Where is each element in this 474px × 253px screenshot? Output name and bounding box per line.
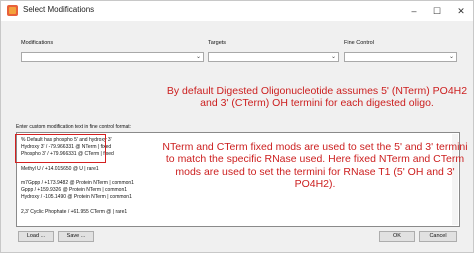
maximize-button[interactable]: ☐ bbox=[426, 1, 448, 21]
chevron-down-icon: ⌄ bbox=[195, 54, 201, 60]
window-title: Select Modifications bbox=[23, 5, 95, 14]
chevron-down-icon: ⌄ bbox=[448, 54, 454, 60]
editor-line: Gppp / +159.9326 @ Protein NTerm | commo… bbox=[21, 187, 128, 193]
fine-control-label: Fine Control bbox=[344, 40, 374, 46]
modifications-select[interactable]: ⌄ bbox=[21, 52, 204, 62]
title-bar: Select Modifications – ☐ ✕ bbox=[1, 1, 473, 21]
save-button[interactable]: Save ... bbox=[58, 231, 94, 242]
chevron-down-icon: ⌄ bbox=[330, 54, 336, 60]
annotation-default-termini: By default Digested Oligonucleotide assu… bbox=[166, 85, 468, 110]
load-button[interactable]: Load ... bbox=[18, 231, 54, 242]
modifications-label: Modifications bbox=[21, 40, 54, 46]
editor-line: m7Gppp / +173.9482 @ Protein NTerm | com… bbox=[21, 180, 134, 186]
select-modifications-dialog: Select Modifications – ☐ ✕ Modifications… bbox=[0, 0, 474, 253]
targets-select[interactable]: ⌄ bbox=[208, 52, 339, 62]
custom-text-label: Enter custom modification text in fine c… bbox=[16, 124, 132, 130]
editor-line: 2,3' Cyclic Phophate / +61.955 CTerm @ |… bbox=[21, 209, 128, 215]
close-button[interactable]: ✕ bbox=[450, 1, 472, 21]
editor-line: Methyl U / +14.015650 @ U | rare1 bbox=[21, 166, 99, 172]
ok-button[interactable]: OK bbox=[379, 231, 415, 242]
targets-label: Targets bbox=[208, 40, 227, 46]
app-icon bbox=[7, 5, 18, 16]
annotation-fixed-mods: NTerm and CTerm fixed mods are used to s… bbox=[162, 141, 468, 190]
highlight-box bbox=[15, 134, 106, 163]
fine-control-select[interactable]: ⌄ bbox=[344, 52, 457, 62]
cancel-button[interactable]: Cancel bbox=[419, 231, 457, 242]
editor-line: Hydroxy / -105.1490 @ Protein NTerm | co… bbox=[21, 194, 132, 200]
minimize-button[interactable]: – bbox=[403, 1, 425, 21]
